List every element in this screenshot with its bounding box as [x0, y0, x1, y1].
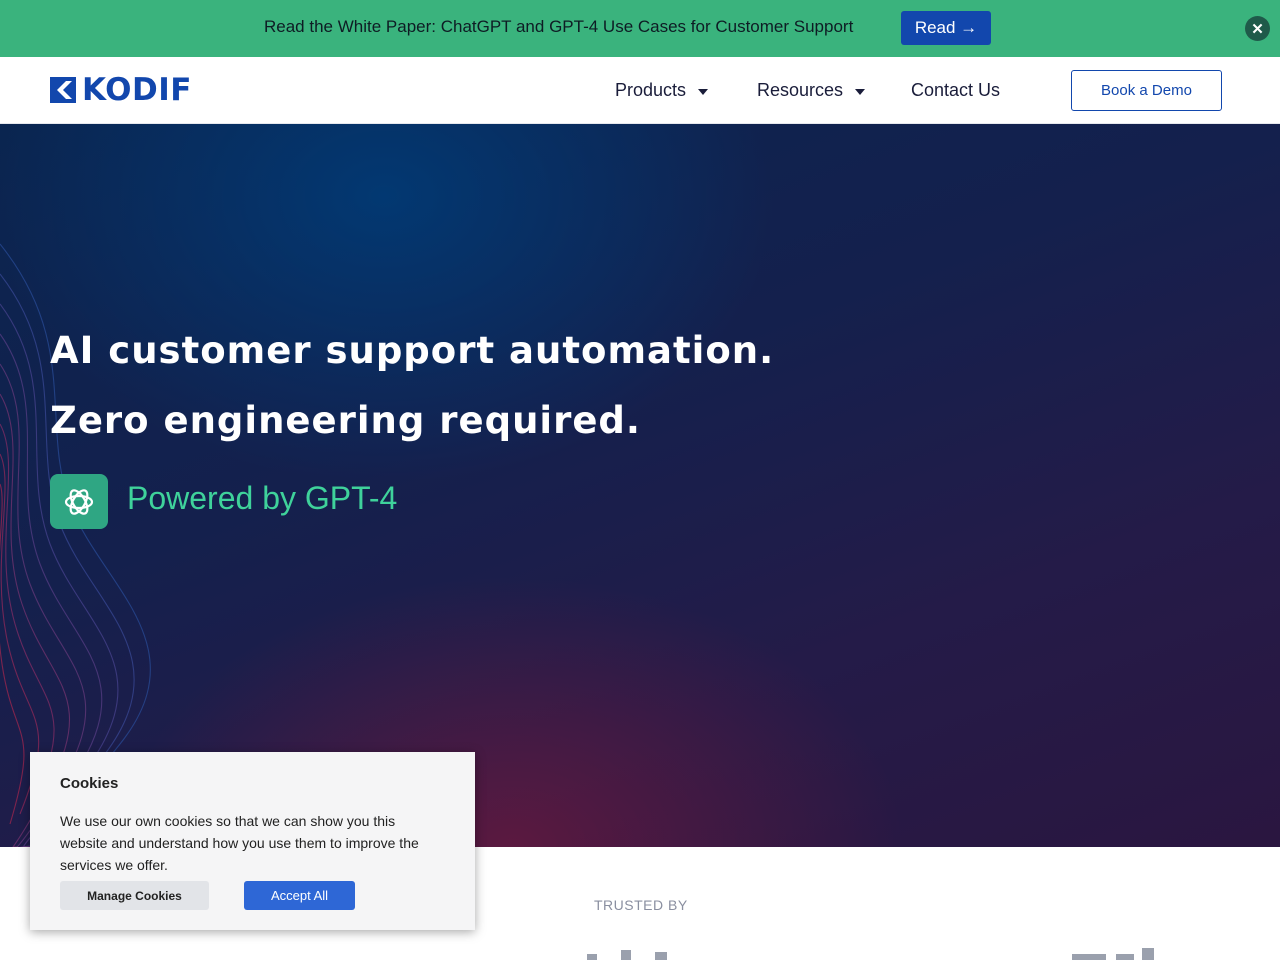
- nav-contact-us-label: Contact Us: [911, 80, 1001, 100]
- close-icon[interactable]: ✕: [1245, 16, 1270, 41]
- chevron-down-icon: [855, 88, 866, 95]
- hero-section: AI customer support automation. Zero eng…: [0, 124, 1280, 847]
- client-logo: [1070, 944, 1160, 960]
- kodif-logo-icon: [50, 77, 76, 103]
- book-demo-button[interactable]: Book a Demo: [1071, 70, 1222, 111]
- client-logo-partial: [587, 950, 667, 960]
- hero-headline-line-1: AI customer support automation.: [50, 329, 775, 372]
- nav-products-label: Products: [615, 80, 687, 100]
- announcement-text: Read the White Paper: ChatGPT and GPT-4 …: [264, 17, 854, 36]
- read-white-paper-button[interactable]: Read →: [901, 11, 991, 45]
- nav-products[interactable]: Products: [615, 80, 709, 101]
- kodif-logo[interactable]: KODIF: [50, 72, 192, 108]
- nav-resources[interactable]: Resources: [757, 80, 866, 101]
- nav-resources-label: Resources: [757, 80, 844, 100]
- hero-headline-line-2: Zero engineering required.: [50, 399, 641, 442]
- announcement-bar: Read the White Paper: ChatGPT and GPT-4 …: [0, 0, 1280, 57]
- logo-text: KODIF: [82, 72, 192, 108]
- manage-cookies-button[interactable]: Manage Cookies: [60, 881, 209, 910]
- cookie-title: Cookies: [60, 775, 119, 792]
- openai-logo-glyph: [64, 488, 94, 515]
- trusted-by-label: TRUSTED BY: [594, 897, 688, 913]
- site-header: KODIF Products Resources Contact Us Book…: [0, 57, 1280, 124]
- cookie-banner: Cookies We use our own cookies so that w…: [30, 752, 475, 930]
- client-logo: [585, 944, 695, 960]
- chevron-down-icon: [698, 88, 709, 95]
- accept-all-button[interactable]: Accept All: [244, 881, 355, 910]
- openai-icon: [50, 474, 108, 529]
- client-logo-partial: [1072, 948, 1154, 960]
- nav-contact-us[interactable]: Contact Us: [911, 80, 1000, 101]
- powered-by-gpt4-text: Powered by GPT-4: [127, 480, 398, 516]
- cookie-description: We use our own cookies so that we can sh…: [60, 813, 419, 873]
